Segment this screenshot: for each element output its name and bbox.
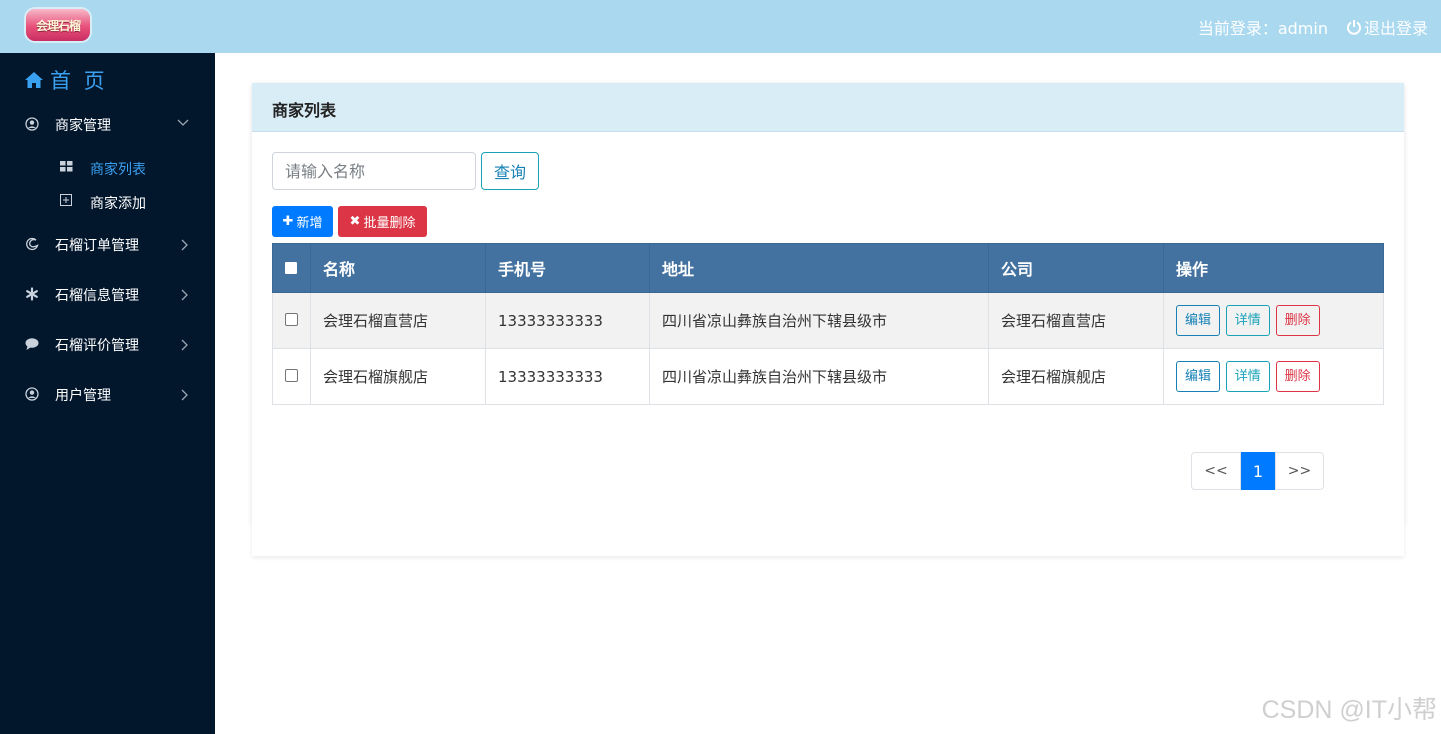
prev-page-button[interactable]: << [1191,452,1241,490]
column-header-phone: 手机号 [485,243,650,293]
logout-button[interactable]: 退出登录 [1346,15,1428,39]
watermark: CSDN @IT小帮 [1261,696,1437,724]
detail-button[interactable]: 详情 [1225,305,1270,336]
sidebar-subitem-label: 商家列表 [90,162,146,178]
sidebar-item-label: 石榴订单管理 [55,238,139,254]
sidebar-item-label: 石榴信息管理 [55,288,139,304]
edit-button[interactable]: 编辑 [1176,361,1221,392]
logo-text: 会理石榴 [35,18,81,33]
column-header-company: 公司 [988,243,1164,293]
cell-company: 会理石榴直营店 [988,292,1164,349]
current-user-label: 当前登录：admin [1197,19,1328,38]
select-all-checkbox[interactable] [285,261,297,274]
edge-icon [26,237,39,251]
cell-name: 会理石榴直营店 [310,292,486,349]
row-checkbox[interactable] [285,312,298,326]
power-icon [1347,20,1361,35]
delete-button[interactable]: 删除 [1275,361,1320,392]
edit-button[interactable]: 编辑 [1176,305,1221,336]
column-header-address: 地址 [649,243,989,293]
batch-delete-label: 批量删除 [363,216,416,231]
sidebar-item-review[interactable]: 石榴评价管理 [0,329,215,359]
column-header-name: 名称 [310,243,486,293]
delete-button[interactable]: 删除 [1275,305,1320,336]
card-title: 商家列表 [252,83,1404,132]
merchant-list-card: 商家列表 查询 ✚ 新增 ✖ 批量删除 名称 手机号 地址 公司 操作 会理石榴… [252,83,1404,526]
grid-icon [60,161,73,172]
comment-icon [25,338,39,350]
add-button[interactable]: ✚ 新增 [272,206,333,237]
sidebar-subitem-label: 商家添加 [90,196,146,212]
row-select-cell [272,348,311,405]
cell-actions: 编辑 详情 删除 [1163,292,1384,349]
cell-actions: 编辑 详情 删除 [1163,348,1384,405]
cell-phone: 13333333333 [485,348,650,405]
sidebar-subitem-merchant-add[interactable]: 商家添加 [0,189,215,215]
plus-square-icon [60,194,72,206]
user-circle-icon [25,117,39,131]
cell-phone: 13333333333 [485,292,650,349]
select-all-cell [272,243,311,293]
close-icon: ✖ [349,214,361,229]
cell-company: 会理石榴旗舰店 [988,348,1164,405]
current-page-button[interactable]: 1 [1241,452,1275,490]
table-row: 会理石榴旗舰店 13333333333 四川省凉山彝族自治州下辖县级市 会理石榴… [272,348,1384,405]
user-circle-icon [25,387,39,401]
chevron-right-icon [181,339,188,351]
sidebar-subitem-merchant-list[interactable]: 商家列表 [0,155,215,181]
sidebar-home[interactable]: 首 页 [24,65,108,95]
sidebar-item-label: 石榴评价管理 [55,338,139,354]
chevron-right-icon [181,389,188,401]
add-label: 新增 [296,216,323,231]
top-right-area: 当前登录：admin 退出登录 [1198,15,1428,39]
plus-icon: ✚ [282,214,294,229]
sidebar-item-users[interactable]: 用户管理 [0,379,215,409]
row-checkbox[interactable] [285,368,298,382]
merchant-table: 名称 手机号 地址 公司 操作 会理石榴直营店 13333333333 四川省凉… [272,243,1384,405]
sidebar-item-merchant[interactable]: 商家管理 [0,109,215,139]
chevron-right-icon [181,289,188,301]
batch-delete-button[interactable]: ✖ 批量删除 [338,206,427,237]
home-label: 首 页 [50,69,108,93]
sidebar-item-info[interactable]: 石榴信息管理 [0,279,215,309]
sidebar: 首 页 商家管理 商家列表 商家添加 石榴订单管理 石榴信息管理 石榴评价管理 … [0,53,215,734]
table-row: 会理石榴直营店 13333333333 四川省凉山彝族自治州下辖县级市 会理石榴… [272,292,1384,349]
detail-button[interactable]: 详情 [1225,361,1270,392]
top-bar: 会理石榴 当前登录：admin 退出登录 [0,0,1441,53]
column-header-actions: 操作 [1163,243,1384,293]
table-header-row: 名称 手机号 地址 公司 操作 [272,243,1384,293]
card-footer-strip [252,526,1404,556]
sidebar-item-label: 商家管理 [55,118,111,134]
chevron-right-icon [181,239,188,251]
cell-address: 四川省凉山彝族自治州下辖县级市 [649,292,989,349]
sidebar-item-order[interactable]: 石榴订单管理 [0,229,215,259]
search-input[interactable] [272,152,476,190]
query-button[interactable]: 查询 [481,152,539,190]
sidebar-item-label: 用户管理 [55,388,111,404]
app-logo[interactable]: 会理石榴 [26,9,90,41]
row-select-cell [272,292,311,349]
cell-address: 四川省凉山彝族自治州下辖县级市 [649,348,989,405]
pagination: << 1 >> [1191,452,1324,490]
asterisk-icon [26,287,38,301]
cell-name: 会理石榴旗舰店 [310,348,486,405]
next-page-button[interactable]: >> [1275,452,1324,490]
logout-label: 退出登录 [1363,19,1428,38]
home-icon [25,72,43,88]
chevron-down-icon [177,119,189,126]
